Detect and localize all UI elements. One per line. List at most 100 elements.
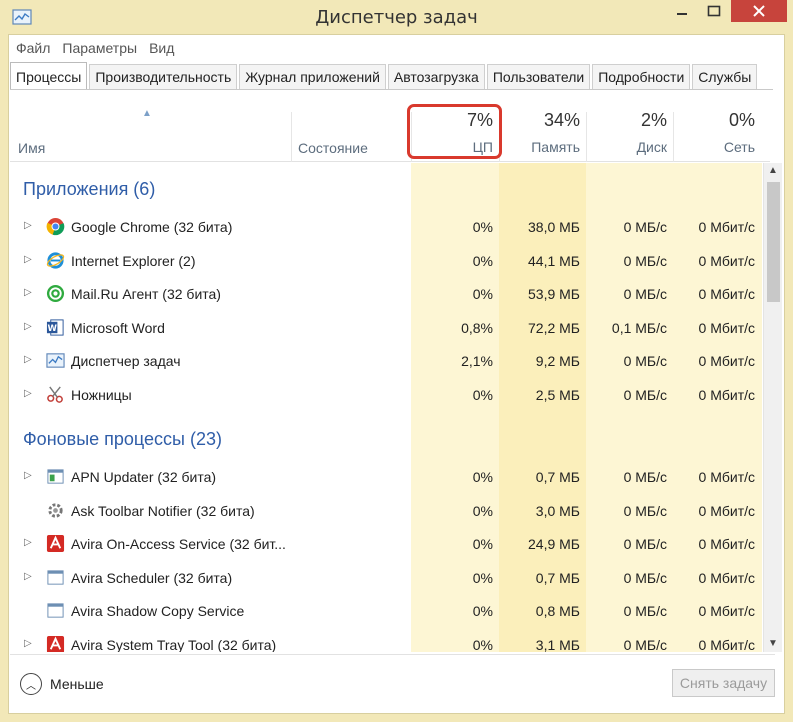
tab-app-history[interactable]: Журнал приложений: [239, 64, 386, 90]
menu-file[interactable]: Файл: [16, 40, 50, 58]
process-cpu: 0%: [472, 569, 493, 586]
expand-arrow-icon[interactable]: ▷: [24, 354, 32, 365]
tab-details[interactable]: Подробности: [592, 64, 691, 90]
process-row[interactable]: Avira Shadow Copy Service 0% 0,8 МБ 0 МБ/с 0…: [10, 594, 762, 627]
menu-options[interactable]: Параметры: [62, 40, 137, 58]
apn-updater-icon: [46, 467, 65, 486]
process-network: 0 Мбит/с: [698, 603, 755, 620]
process-disk: 0 МБ/с: [623, 286, 667, 303]
process-network: 0 Мбит/с: [698, 353, 755, 370]
process-name: Internet Explorer (2): [71, 252, 196, 269]
process-disk: 0 МБ/с: [623, 469, 667, 485]
process-memory: 0,7 МБ: [535, 569, 580, 586]
process-network: 0 Мбит/с: [698, 569, 755, 586]
word-icon: W: [46, 318, 65, 337]
process-network: 0 Мбит/с: [698, 387, 755, 403]
process-memory: 38,0 МБ: [528, 219, 580, 235]
process-name: Ask Toolbar Notifier (32 бита): [71, 502, 255, 519]
column-disk-header[interactable]: 2% Диск: [586, 110, 675, 160]
process-network: 0 Мбит/с: [698, 502, 755, 519]
expand-arrow-icon[interactable]: ▷: [24, 537, 32, 548]
process-row[interactable]: ▷ Google Chrome (32 бита) 0% 38,0 МБ 0 МБ/с 0…: [10, 210, 762, 243]
process-network: 0 Мбит/с: [698, 286, 755, 303]
process-network: 0 Мбит/с: [698, 219, 755, 235]
task-manager-window: Диспетчер задач Файл Параметры Вид Проце…: [0, 0, 793, 722]
expand-arrow-icon[interactable]: ▷: [24, 638, 32, 649]
expand-arrow-icon[interactable]: ▷: [24, 571, 32, 582]
process-memory: 53,9 МБ: [528, 286, 580, 303]
tab-bar: Процессы Производительность Журнал прило…: [10, 62, 759, 90]
process-row[interactable]: ▷ Avira On-Access Service (32 бит... 0% 24,…: [10, 527, 762, 560]
process-name: Google Chrome (32 бита): [71, 219, 233, 235]
vertical-scrollbar[interactable]: ▲ ▼: [763, 163, 782, 652]
end-task-button[interactable]: Снять задачу: [672, 669, 775, 697]
process-disk: 0 МБ/с: [623, 637, 667, 652]
expand-arrow-icon[interactable]: ▷: [24, 220, 32, 231]
fewer-details-label: Меньше: [50, 676, 104, 692]
process-disk: 0 МБ/с: [623, 536, 667, 553]
process-disk: 0 МБ/с: [623, 219, 667, 235]
process-cpu: 0%: [472, 286, 493, 303]
expand-arrow-icon[interactable]: ▷: [24, 254, 32, 265]
process-row[interactable]: ▷ Mail.Ru Агент (32 бита) 0% 53,9 МБ 0 МБ/с 0…: [10, 277, 762, 310]
process-memory: 0,7 МБ: [535, 469, 580, 485]
process-name: Avira Scheduler (32 бита): [71, 569, 233, 586]
expand-arrow-icon[interactable]: ▷: [24, 321, 32, 332]
process-row[interactable]: Ask Toolbar Notifier (32 бита) 0% 3,0 МБ 0 …: [10, 494, 762, 527]
scroll-thumb[interactable]: [767, 182, 780, 302]
minimize-button[interactable]: [666, 0, 698, 22]
column-separator: [291, 112, 292, 162]
close-button[interactable]: [731, 0, 787, 22]
expand-arrow-icon[interactable]: ▷: [24, 470, 32, 481]
process-row[interactable]: ▷ APN Updater (32 бита) 0% 0,7 МБ 0 МБ/с 0 Мб…: [10, 460, 762, 493]
mailru-agent-icon: [46, 284, 65, 303]
process-row[interactable]: ▷ W Microsoft Word 0,8% 72,2 МБ 0,1 МБ/с 0 Мби…: [10, 311, 762, 344]
close-icon: [753, 5, 765, 17]
process-name: Microsoft Word: [71, 319, 165, 336]
task-manager-icon: [46, 351, 65, 370]
process-network: 0 Мбит/с: [698, 637, 755, 652]
app-window-icon: [46, 601, 65, 620]
process-name: Диспетчер задач: [71, 353, 181, 370]
avira-icon: [46, 635, 65, 652]
process-row[interactable]: ▷ Диспетчер задач 2,1% 9,2 МБ 0 МБ/с 0 Мбит/с: [10, 344, 762, 377]
process-cpu: 0%: [472, 469, 493, 485]
process-cpu: 0%: [472, 603, 493, 620]
process-memory: 3,1 МБ: [535, 637, 580, 652]
process-memory: 72,2 МБ: [528, 319, 580, 336]
scroll-up-arrow-icon[interactable]: ▲: [764, 163, 782, 179]
tab-startup[interactable]: Автозагрузка: [387, 64, 485, 90]
menu-view[interactable]: Вид: [149, 40, 174, 58]
process-network: 0 Мбит/с: [698, 536, 755, 553]
expand-arrow-icon[interactable]: ▷: [24, 388, 32, 399]
process-disk: 0 МБ/с: [623, 502, 667, 519]
process-memory: 3,0 МБ: [535, 502, 580, 519]
process-row[interactable]: ▷ Ножницы 0% 2,5 МБ 0 МБ/с 0 Мбит/с: [10, 378, 762, 411]
title-bar[interactable]: Диспетчер задач: [0, 0, 793, 34]
process-disk: 0 МБ/с: [623, 353, 667, 370]
tab-processes[interactable]: Процессы: [10, 62, 88, 90]
column-name-header[interactable]: Имя: [18, 140, 45, 156]
column-network-header[interactable]: 0% Сеть: [673, 110, 763, 160]
tab-users[interactable]: Пользователи: [486, 64, 591, 90]
fewer-details-button[interactable]: ︿ Меньше: [20, 673, 104, 695]
column-state-header[interactable]: Состояние: [298, 140, 368, 156]
network-label: Сеть: [723, 139, 755, 155]
process-row[interactable]: ▷ Internet Explorer (2) 0% 44,1 МБ 0 МБ/с 0 М…: [10, 244, 762, 277]
scissors-icon: [46, 385, 65, 404]
column-memory-header[interactable]: 34% Память: [499, 110, 588, 160]
process-memory: 24,9 МБ: [528, 536, 580, 553]
scroll-down-arrow-icon[interactable]: ▼: [764, 636, 782, 652]
tab-performance[interactable]: Производительность: [89, 64, 238, 90]
process-row[interactable]: ▷ Avira System Tray Tool (32 бита) 0% 3,1 М…: [10, 628, 762, 652]
expand-arrow-icon[interactable]: ▷: [24, 287, 32, 298]
group-background-header[interactable]: Фоновые процессы (23): [23, 429, 222, 450]
process-row[interactable]: ▷ Avira Scheduler (32 бита) 0% 0,7 МБ 0 МБ/с…: [10, 561, 762, 594]
tab-services[interactable]: Службы: [692, 64, 758, 90]
process-cpu: 0%: [472, 502, 493, 519]
disk-label: Диск: [636, 139, 667, 155]
process-name: Mail.Ru Агент (32 бита): [71, 286, 221, 303]
maximize-button[interactable]: [698, 0, 730, 22]
process-memory: 0,8 МБ: [535, 603, 580, 620]
group-apps-header[interactable]: Приложения (6): [23, 179, 155, 200]
